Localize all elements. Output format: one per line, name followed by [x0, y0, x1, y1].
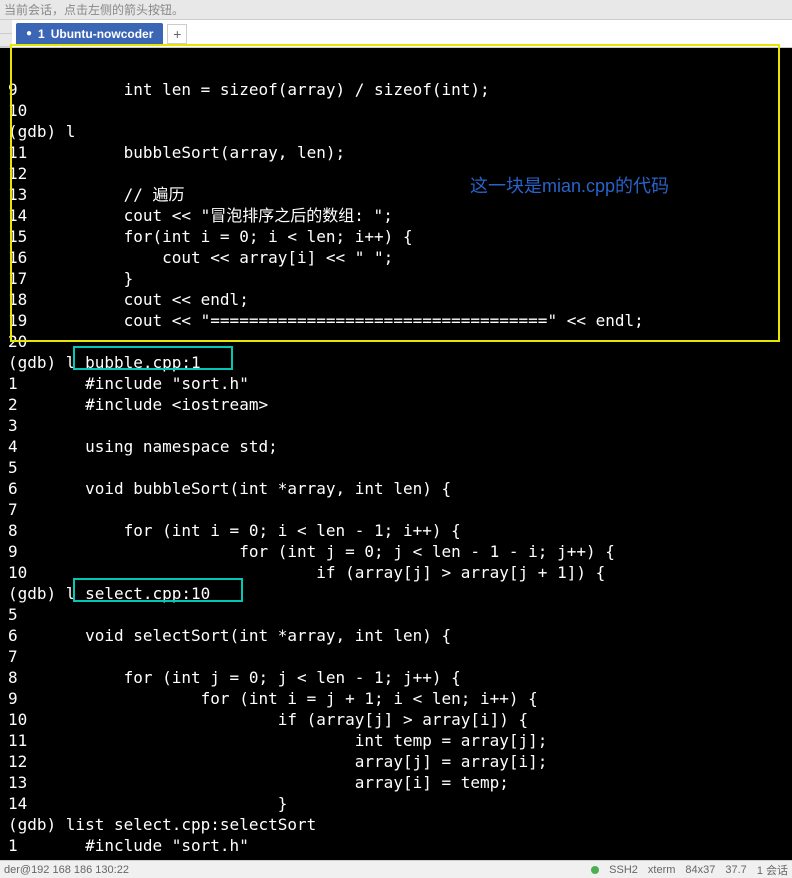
terminal-tab[interactable]: ● 1 Ubuntu-nowcoder: [16, 23, 163, 45]
hint-bar: 当前会话，点击左侧的箭头按钮。: [0, 0, 792, 20]
tab-title: Ubuntu-nowcoder: [51, 27, 154, 41]
status-ssh: SSH2: [609, 864, 638, 876]
tab-strip-handle[interactable]: [0, 20, 12, 47]
status-size: 84x37: [685, 864, 715, 876]
status-host: der@192 168 186 130:22: [4, 864, 129, 876]
tab-index: 1: [38, 27, 45, 41]
status-sessions: 1 会话: [757, 862, 788, 878]
connection-indicator-icon: [591, 866, 599, 874]
status-term: xterm: [648, 864, 676, 876]
status-pos: 37.7: [725, 864, 746, 876]
terminal-output[interactable]: 9 int len = sizeof(array) / sizeof(int);…: [0, 48, 792, 860]
tab-strip: ● 1 Ubuntu-nowcoder +: [0, 20, 792, 48]
status-bar: der@192 168 186 130:22 SSH2 xterm 84x37 …: [0, 860, 792, 878]
add-tab-button[interactable]: +: [167, 24, 187, 44]
tab-bullet-icon: ●: [26, 28, 32, 39]
